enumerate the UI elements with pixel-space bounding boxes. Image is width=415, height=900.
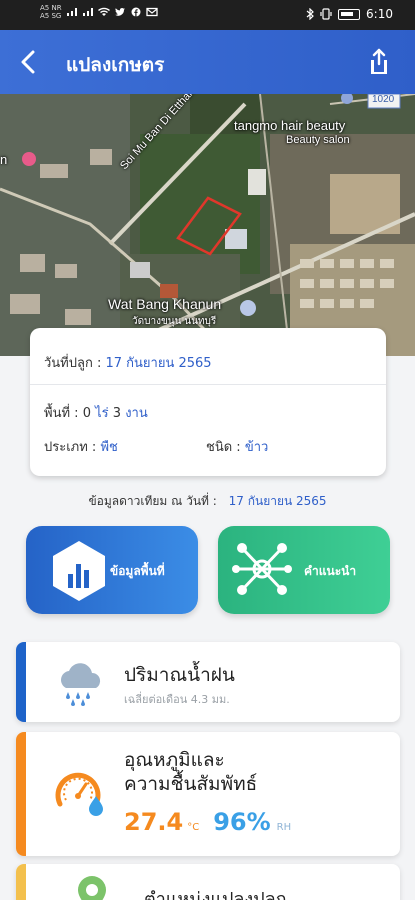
- rainfall-title: ปริมาณน้ำฝน: [124, 664, 235, 686]
- planted-label: วันที่ปลูก :: [44, 356, 102, 371]
- rain-cloud-icon: [61, 663, 101, 706]
- network-icon: [232, 543, 292, 595]
- back-button[interactable]: [10, 44, 46, 80]
- location-pin-icon: [78, 876, 106, 900]
- bar-chart-icon: [53, 541, 105, 601]
- share-button[interactable]: [361, 44, 397, 80]
- climate-accent-bar: [16, 732, 26, 856]
- rai-unit: ไร่: [95, 406, 109, 421]
- signal-icon: [66, 8, 77, 16]
- temperature-value: 27.4: [124, 808, 184, 836]
- area-ngan-value: 3: [112, 406, 122, 421]
- area-label: พื้นที่ :: [44, 406, 79, 421]
- status-left: A5 NR A5 SG: [40, 4, 158, 20]
- map-shop-type-label: Beauty salon: [286, 134, 350, 146]
- plot-info-card: วันที่ปลูก : 17 กันยายน 2565 พื้นที่ : 0…: [30, 328, 386, 476]
- battery-icon: [338, 8, 361, 20]
- card-divider: [30, 384, 386, 385]
- planted-value: 17 กันยายน 2565: [105, 356, 212, 371]
- type-row: ประเภท : พืช ชนิด : ข้าว: [44, 436, 374, 457]
- map-shop-label: tangmo hair beauty: [234, 118, 346, 133]
- area-info-button[interactable]: ข้อมูลพื้นที่: [26, 526, 198, 614]
- thermometer-gauge-icon: [55, 772, 103, 816]
- satellite-date: ข้อมูลดาวเทียม ณ วันที่ : 17 กันยายน 256…: [0, 492, 415, 511]
- status-time: 6:10: [366, 7, 393, 21]
- signal2-icon: [82, 8, 93, 16]
- mail-icon: [145, 7, 158, 17]
- vibrate-icon: [320, 8, 332, 20]
- temperature-unit: °C: [187, 822, 200, 833]
- bluetooth-icon: [306, 8, 314, 20]
- facebook-icon: [131, 7, 141, 17]
- climate-card[interactable]: อุณหภูมิและความชื้นสัมพัทธ์ 27.4 °C 96% …: [16, 732, 400, 856]
- kind-value: ข้าว: [244, 440, 269, 455]
- status-right: 6:10: [306, 7, 393, 21]
- app-bar: แปลงเกษตร: [0, 30, 415, 94]
- satellite-label: ข้อมูลดาวเทียม ณ วันที่ :: [88, 494, 217, 508]
- rainfall-card[interactable]: ปริมาณน้ำฝน เฉลี่ยต่อเดือน 4.3 มม.: [16, 642, 400, 722]
- rainfall-accent-bar: [16, 642, 26, 722]
- map-temple-th-label: วัดบางขนุน นนทบุรี: [132, 316, 217, 327]
- location-accent-bar: [16, 864, 26, 900]
- climate-title: อุณหภูมิและความชื้นสัมพัทธ์: [124, 749, 258, 795]
- humidity-value: 96%: [213, 808, 271, 836]
- planted-row: วันที่ปลูก : 17 กันยายน 2565: [44, 352, 212, 373]
- status-bar: A5 NR A5 SG 6:10: [0, 0, 415, 30]
- kind-group: ชนิด : ข้าว: [206, 436, 268, 457]
- back-arrow-icon: [21, 50, 35, 74]
- sim2-label: A5 SG: [40, 12, 62, 20]
- area-row: พื้นที่ : 0 ไร่ 3 งาน: [44, 402, 148, 423]
- satellite-map[interactable]: Soi Mu Ban Di Etthan tangmo hair beauty …: [0, 94, 415, 356]
- satellite-date-value: 17 กันยายน 2565: [228, 494, 327, 508]
- advice-button[interactable]: คำแนะนำ: [218, 526, 390, 614]
- area-info-label: ข้อมูลพื้นที่: [110, 564, 165, 578]
- humidity-unit: RH: [276, 822, 292, 833]
- twitter-icon: [114, 7, 125, 16]
- type-label: ประเภท :: [44, 440, 97, 455]
- wifi-icon: [97, 7, 110, 16]
- map-left-label: n: [0, 152, 8, 167]
- advice-label: คำแนะนำ: [304, 564, 357, 578]
- location-title: ตำแหน่งแปลงปลูก: [144, 889, 287, 900]
- area-rai-value: 0: [82, 406, 91, 421]
- sim-labels: A5 NR A5 SG: [40, 4, 62, 20]
- rainfall-subtitle: เฉลี่ยต่อเดือน 4.3 มม.: [124, 693, 230, 706]
- sim1-label: A5 NR: [40, 4, 62, 12]
- map-temple-label: Wat Bang Khanun: [108, 296, 222, 312]
- share-icon: [371, 48, 387, 74]
- ngan-unit: งาน: [125, 406, 148, 421]
- map-route-label: 1020: [372, 94, 395, 105]
- kind-label: ชนิด :: [206, 440, 241, 455]
- type-value: พืช: [100, 440, 118, 455]
- location-card[interactable]: ตำแหน่งแปลงปลูก: [16, 864, 400, 900]
- page-title: แปลงเกษตร: [66, 54, 165, 76]
- climate-values: 27.4 °C 96% RH: [124, 808, 291, 836]
